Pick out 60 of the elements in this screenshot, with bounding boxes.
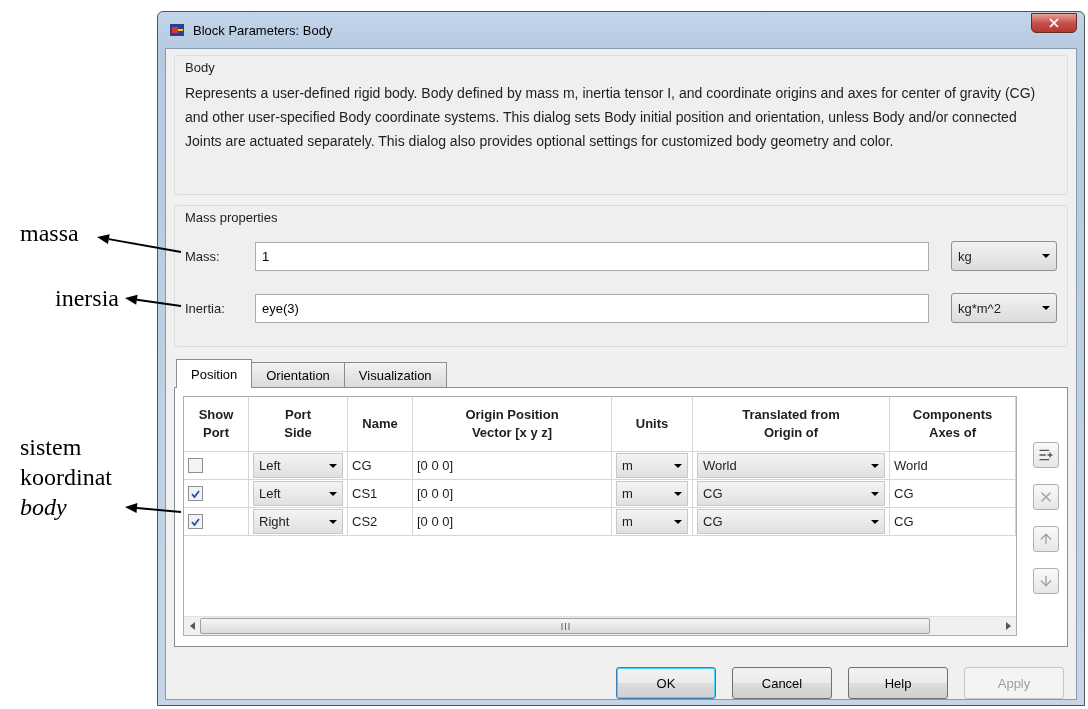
table-cell: [0 0 0] xyxy=(413,452,612,480)
dialog-button[interactable]: Cancel xyxy=(732,667,832,699)
table-cell: CG xyxy=(890,480,1016,508)
column-header: Translated from Origin of xyxy=(693,397,890,452)
scroll-right-icon[interactable] xyxy=(1005,622,1011,630)
input-field[interactable]: eye(3) xyxy=(255,293,929,323)
column-header: Components Axes of xyxy=(890,397,1016,452)
grip-icon xyxy=(560,622,570,630)
dialog-button[interactable]: OK xyxy=(616,667,716,699)
list-plus-icon[interactable] xyxy=(1038,447,1054,463)
units-dropdown[interactable]: m xyxy=(616,509,688,534)
scroll-left-icon[interactable] xyxy=(189,622,195,630)
checkbox[interactable] xyxy=(188,514,203,529)
table-cell: [0 0 0] xyxy=(413,508,612,536)
port-side-dropdown[interactable]: Left xyxy=(253,481,343,506)
description-text: Represents a user-defined rigid body. Body defined by mass m, inertia tensor I, and coordinate origins and axes for center of gravity (CG) and other user-specified Body coordinate systems. This dialog sets Body initial position and orientation, unless Body and/or connected Joints are actuated separately. This dialog also provides optional settings for customized body geometry and color. xyxy=(185,84,1037,151)
annotation-arrow xyxy=(125,294,182,307)
table-cell: CG xyxy=(890,508,1016,536)
group-title: Body xyxy=(185,60,216,75)
table-cell: [0 0 0] xyxy=(413,480,612,508)
port-side-dropdown[interactable]: Left xyxy=(253,453,343,478)
translated-dropdown[interactable]: World xyxy=(697,453,885,478)
column-header: Name xyxy=(348,397,413,452)
column-header: Port Side xyxy=(249,397,348,452)
tab[interactable]: Visualization xyxy=(343,362,447,388)
horizontal-scrollbar[interactable] xyxy=(184,616,1016,635)
column-header: Units xyxy=(612,397,693,452)
input-field[interactable]: 1 xyxy=(255,241,929,271)
column-header: Show Port xyxy=(184,397,249,452)
tab[interactable]: Orientation xyxy=(251,362,345,388)
dialog-button[interactable]: Help xyxy=(848,667,948,699)
checkbox[interactable] xyxy=(188,458,203,473)
annotation-label: sistem koordinat body xyxy=(20,433,113,522)
close-icon[interactable] xyxy=(1047,16,1061,30)
table-cell: CS2 xyxy=(348,508,413,536)
table-cell: CG xyxy=(348,452,413,480)
port-side-dropdown[interactable]: Right xyxy=(253,509,343,534)
add-row-button[interactable] xyxy=(1033,442,1059,468)
table-cell: CS1 xyxy=(348,480,413,508)
translated-dropdown[interactable]: CG xyxy=(697,481,885,506)
units-dropdown[interactable]: m xyxy=(616,481,688,506)
group-title: Mass properties xyxy=(185,210,279,225)
translated-dropdown[interactable]: CG xyxy=(697,509,885,534)
app-icon xyxy=(169,22,185,38)
annotation-arrow xyxy=(125,503,182,514)
table-cell: World xyxy=(890,452,1016,480)
field-label: Mass: xyxy=(185,248,221,264)
column-header: Origin Position Vector [x y z] xyxy=(413,397,612,452)
close-button[interactable] xyxy=(1031,13,1077,33)
checkmark-icon xyxy=(191,489,200,498)
annotation-label: massa xyxy=(20,219,79,248)
field-label: Inertia: xyxy=(185,300,226,316)
window-title: Block Parameters: Body xyxy=(193,22,333,38)
tab[interactable]: Position xyxy=(176,359,253,388)
annotation-label: inersia xyxy=(55,284,119,313)
checkbox[interactable] xyxy=(188,486,203,501)
checkmark-icon xyxy=(191,517,200,526)
unit-dropdown[interactable]: kg xyxy=(951,241,1057,271)
units-dropdown[interactable]: m xyxy=(616,453,688,478)
unit-dropdown[interactable]: kg*m^2 xyxy=(951,293,1057,323)
